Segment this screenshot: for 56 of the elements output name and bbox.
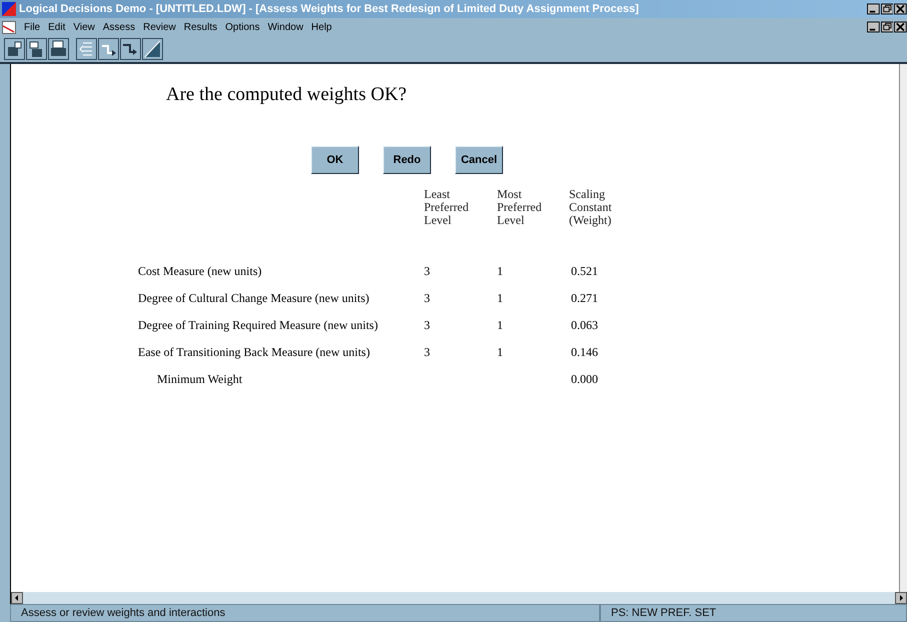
close-icon[interactable] <box>894 21 907 33</box>
menu-item[interactable]: Review <box>143 22 176 32</box>
question-text: Are the computed weights OK? <box>166 84 407 106</box>
menu-item[interactable]: Edit <box>48 22 66 32</box>
arrows-right-icon[interactable] <box>120 38 141 60</box>
dialog-button[interactable]: Redo <box>383 146 431 174</box>
column-header: Most Preferred Level <box>497 188 543 229</box>
scroll-right-icon[interactable] <box>895 592 907 604</box>
table-cell-text: 0.146 <box>570 346 599 361</box>
dialog-button[interactable]: Cancel <box>455 146 503 174</box>
table-cell-text: 1 <box>497 265 504 280</box>
row-label: Ease of Transitioning Back Measure (new units) <box>138 346 371 361</box>
table-cell-text: 0.271 <box>570 292 599 307</box>
row-label: Minimum Weight <box>156 373 244 388</box>
table-cell-text: 1 <box>497 292 504 307</box>
scrollbar-track[interactable] <box>10 592 907 604</box>
restore-icon[interactable] <box>880 3 894 15</box>
dialog-button[interactable]: OK <box>311 146 359 174</box>
arrow-right-icon[interactable] <box>98 38 119 60</box>
menu-item[interactable]: Options <box>225 22 260 32</box>
close-icon[interactable] <box>894 3 907 15</box>
status-message: Assess or review weights and interactions <box>10 604 600 622</box>
menu-item[interactable]: File <box>24 22 40 32</box>
minimize-icon[interactable] <box>867 21 880 33</box>
menu-item[interactable]: Help <box>311 22 332 32</box>
document-icon <box>2 20 16 34</box>
status-pref-set: PS: NEW PREF. SET <box>600 604 907 622</box>
diagonal-icon[interactable] <box>142 38 163 60</box>
open-file-icon[interactable] <box>4 38 25 60</box>
row-label: Degree of Cultural Change Measure (new units) <box>138 292 370 307</box>
list-icon[interactable] <box>76 38 97 60</box>
menu-item[interactable]: Window <box>268 22 304 32</box>
table-cell-text: 0.063 <box>570 319 599 334</box>
row-label: Cost Measure (new units) <box>138 265 263 280</box>
table-cell-text: 0.000 <box>570 373 599 388</box>
column-header: Scaling Constant (Weight) <box>569 188 613 229</box>
table-cell-text: 3 <box>424 265 431 280</box>
table-cell-text: 3 <box>424 319 431 334</box>
column-header: Least Preferred Level <box>424 188 470 229</box>
table-cell-text: 1 <box>497 319 504 334</box>
printer-icon[interactable] <box>48 38 69 60</box>
menu-item[interactable]: Results <box>184 22 218 32</box>
save-file-icon[interactable] <box>26 38 47 60</box>
table-cell-text: 0.521 <box>570 265 599 280</box>
window-title: Logical Decisions Demo - [UNTITLED.LDW] - [Assess Weights for Best Redesign of Limited Duty Assignment Process] <box>19 3 640 15</box>
minimize-icon[interactable] <box>867 3 880 15</box>
menu-item[interactable]: View <box>73 22 95 32</box>
table-cell-text: 3 <box>424 346 431 361</box>
restore-icon[interactable] <box>880 21 894 33</box>
scroll-left-icon[interactable] <box>11 592 23 604</box>
table-cell-text: 3 <box>424 292 431 307</box>
app-icon <box>2 2 16 16</box>
table-cell-text: 1 <box>497 346 504 361</box>
scrollbar-track[interactable] <box>899 64 907 592</box>
menu-item[interactable]: Assess <box>102 22 136 32</box>
row-label: Degree of Training Required Measure (new units) <box>138 319 379 334</box>
